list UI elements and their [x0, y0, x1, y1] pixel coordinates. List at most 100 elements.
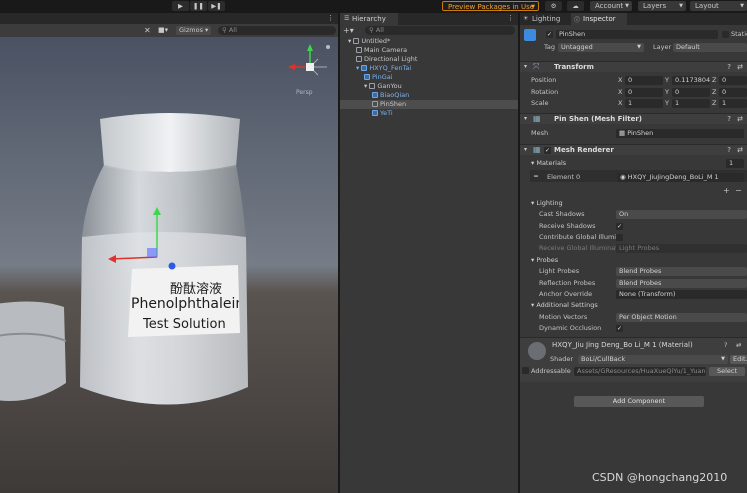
- lighting-label: Lighting: [536, 199, 563, 207]
- pause-button[interactable]: ❚❚: [190, 1, 207, 11]
- gizmos-dropdown[interactable]: Gizmos ▾: [176, 26, 212, 35]
- anchor-override-label: Anchor Override: [539, 290, 593, 298]
- scene-tab-bar: ⋮: [0, 13, 338, 24]
- account-dropdown[interactable]: Account ▼: [590, 1, 632, 11]
- add-component-button[interactable]: Add Component: [574, 396, 704, 407]
- materials-count-field[interactable]: 1: [726, 159, 744, 168]
- settings-icon[interactable]: ⇄: [737, 115, 743, 123]
- hierarchy-item[interactable]: ▾ Untitled*: [340, 37, 518, 46]
- camera-icon[interactable]: ■▾: [158, 26, 168, 34]
- probes-label: Probes: [536, 256, 559, 264]
- position-x-field[interactable]: 0: [625, 76, 663, 85]
- receive-shadows-checkbox[interactable]: ✓: [616, 223, 623, 230]
- x-axis-label: X: [618, 76, 623, 84]
- rotation-y-field[interactable]: 0: [672, 88, 710, 97]
- settings-icon[interactable]: ⇄: [737, 146, 743, 154]
- motion-vectors-dropdown[interactable]: Per Object Motion: [616, 313, 747, 322]
- scene-viewport[interactable]: Persp 酚酞溶液 Phenolphthalein Test Solution: [0, 37, 338, 493]
- reflection-probes-label: Reflection Probes: [539, 279, 596, 287]
- additional-settings-section[interactable]: ▾ Additional Settings: [531, 301, 598, 310]
- contribute-gi-checkbox[interactable]: [616, 234, 623, 241]
- scale-z-field[interactable]: 1: [719, 99, 747, 108]
- hierarchy-item-label: Main Camera: [364, 46, 408, 54]
- help-icon[interactable]: ?: [727, 63, 731, 71]
- layout-label: Layout: [695, 2, 719, 10]
- layers-dropdown[interactable]: Layers ▼: [638, 1, 686, 11]
- lighting-icon: ☀: [523, 15, 529, 22]
- view-label: Persp: [296, 89, 313, 96]
- drag-handle-icon[interactable]: ═: [534, 172, 538, 181]
- settings-icon[interactable]: ⇄: [736, 341, 741, 350]
- gizmo-z-arrow[interactable]: [168, 262, 176, 270]
- lighting-section[interactable]: ▾ Lighting: [531, 199, 563, 208]
- collab-icon[interactable]: ☁: [567, 1, 584, 11]
- shader-value: BoLi/CullBack: [581, 355, 626, 363]
- chevron-down-icon: ▼: [625, 3, 629, 9]
- scale-y-field[interactable]: 1: [672, 99, 710, 108]
- anchor-override-field[interactable]: None (Transform): [616, 290, 747, 299]
- help-icon[interactable]: ?: [727, 146, 731, 154]
- edit-shader-button[interactable]: Edit...: [730, 355, 747, 364]
- main-toolbar: ▶ ❚❚ ▶❚ Preview Packages in Use ▼ ⚙ ☁ Acc…: [0, 0, 747, 13]
- element-0-field[interactable]: ◉ HXQY_JiuJingDeng_BoLi_M 1: [617, 173, 744, 182]
- hierarchy-search-input[interactable]: ⚲ All: [365, 26, 515, 35]
- preview-packages-dropdown[interactable]: Preview Packages in Use ▼: [442, 1, 539, 11]
- select-button[interactable]: Select: [709, 367, 745, 376]
- mesh-filter-header[interactable]: ▾ ▦ Pin Shen (Mesh Filter) ? ⇄: [520, 113, 747, 124]
- z-axis-label: Z: [712, 99, 717, 107]
- transform-header[interactable]: ▾ ⤧ Transform ? ⇄: [520, 61, 747, 72]
- dynamic-occlusion-checkbox[interactable]: ✓: [616, 325, 623, 332]
- light-probes-dropdown[interactable]: Blend Probes: [616, 267, 747, 276]
- addressable-path-field[interactable]: Assets/GResources/HuaXueQiYu/1_Yuan...: [574, 367, 706, 376]
- hierarchy-item-label: HXYQ_FenTai: [369, 64, 412, 72]
- static-checkbox[interactable]: [722, 31, 729, 38]
- cloud-icon[interactable]: ⚙: [545, 1, 562, 11]
- addressable-checkbox[interactable]: [522, 367, 529, 374]
- gameobject-icon: [372, 101, 378, 107]
- hierarchy-item[interactable]: ▾ GanYou: [340, 82, 518, 91]
- layer-dropdown[interactable]: Default: [673, 43, 747, 52]
- hierarchy-item[interactable]: YeTi: [340, 109, 518, 118]
- probes-section[interactable]: ▾ Probes: [531, 256, 558, 265]
- tag-dropdown[interactable]: Untagged ▼: [558, 43, 644, 52]
- mesh-renderer-header[interactable]: ▾ ▦ ✓ Mesh Renderer ? ⇄: [520, 144, 747, 155]
- add-icon[interactable]: +▾: [343, 26, 354, 35]
- position-y-field[interactable]: 0.1173804: [672, 76, 710, 85]
- tools-icon[interactable]: ✕: [144, 26, 151, 35]
- layout-dropdown[interactable]: Layout ▼: [690, 1, 747, 11]
- more-icon[interactable]: ⋮: [507, 14, 514, 22]
- hierarchy-item[interactable]: Directional Light: [340, 55, 518, 64]
- mesh-value: PinShen: [627, 129, 654, 137]
- step-button[interactable]: ▶❚: [208, 1, 225, 11]
- settings-icon[interactable]: ⇄: [737, 63, 743, 71]
- materials-section[interactable]: ▾ Materials: [531, 159, 566, 168]
- hierarchy-item-label: Untitled*: [361, 37, 391, 45]
- gizmos-label: Gizmos: [179, 26, 203, 34]
- hierarchy-item[interactable]: PinShen: [340, 100, 518, 109]
- hierarchy-item[interactable]: Main Camera: [340, 46, 518, 55]
- rotation-x-field[interactable]: 0: [625, 88, 663, 97]
- help-icon[interactable]: ?: [727, 115, 731, 123]
- prefab-icon: [364, 74, 370, 80]
- object-name-field[interactable]: PinShen: [556, 30, 718, 39]
- remove-element-icon[interactable]: −: [735, 186, 742, 195]
- scene-search-input[interactable]: ⚲ All: [218, 26, 336, 35]
- hierarchy-item[interactable]: BiaoQian: [340, 91, 518, 100]
- play-button[interactable]: ▶: [172, 1, 189, 11]
- hierarchy-item[interactable]: ▾ HXYQ_FenTai: [340, 64, 518, 73]
- shader-dropdown[interactable]: BoLi/CullBack ▼: [578, 355, 728, 364]
- active-checkbox[interactable]: ✓: [546, 31, 553, 38]
- help-icon[interactable]: ?: [724, 341, 727, 350]
- mesh-renderer-enabled-checkbox[interactable]: ✓: [544, 147, 551, 154]
- add-element-icon[interactable]: +: [723, 186, 730, 195]
- y-axis-label: Y: [665, 99, 669, 107]
- scale-x-field[interactable]: 1: [625, 99, 663, 108]
- reflection-probes-dropdown[interactable]: Blend Probes: [616, 279, 747, 288]
- rotation-z-field[interactable]: 0: [719, 88, 747, 97]
- cast-shadows-dropdown[interactable]: On: [616, 210, 747, 219]
- position-z-field[interactable]: 0: [719, 76, 747, 85]
- more-icon[interactable]: ⋮: [327, 14, 334, 22]
- gizmo-plane-handle[interactable]: [147, 248, 157, 257]
- hierarchy-item[interactable]: PinGai: [340, 73, 518, 82]
- mesh-field[interactable]: ▦ PinShen: [616, 129, 744, 138]
